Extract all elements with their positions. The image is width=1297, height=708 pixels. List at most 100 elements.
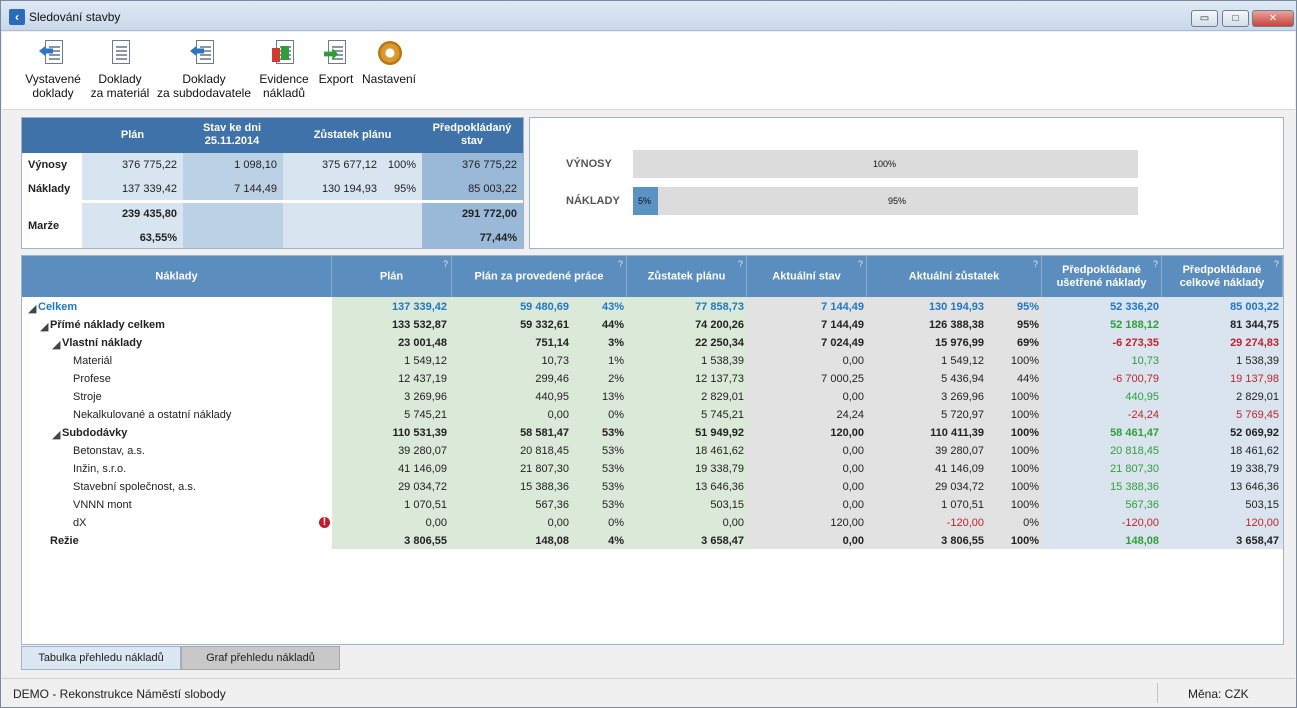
excel-export-icon: [322, 38, 350, 68]
column-header-naklady[interactable]: Náklady: [22, 256, 332, 297]
cell-pp: 0,00: [547, 517, 569, 529]
cell-cel: 18 461,62: [1230, 445, 1279, 457]
cell-pp_pct: 13%: [601, 391, 624, 403]
help-icon: ?: [737, 259, 743, 269]
cell-az: 1 549,12: [941, 355, 984, 367]
expand-toggle-icon[interactable]: ◢: [52, 428, 60, 441]
tool-label-line1: Doklady: [98, 72, 142, 86]
column-header-aktualni-zustatek[interactable]: Aktuální zůstatek?: [867, 256, 1042, 297]
table-row[interactable]: VNNN mont 1 070,51 567,36 53% 503,15 0,00 1 07…: [22, 496, 1283, 514]
back-arrow-icon[interactable]: ‹: [9, 9, 25, 25]
cell-az_pct: 0%: [1023, 517, 1039, 529]
column-header-aktualni-stav[interactable]: Aktuální stav?: [747, 256, 867, 297]
cell-cel: 19 137,98: [1230, 373, 1279, 385]
cell-us: 10,73: [1131, 355, 1159, 367]
cell-pp_pct: 53%: [601, 463, 624, 475]
row-name: Inžin, s.r.o.: [73, 463, 127, 475]
cost-records-button[interactable]: Evidence nákladů: [256, 38, 312, 100]
table-row[interactable]: ◢ Přímé náklady celkem 133 532,87 59 332,61…: [22, 316, 1283, 334]
cell-az: 3 806,55: [941, 535, 984, 547]
settings-button[interactable]: Nastavení: [360, 38, 418, 86]
cell-plan: 133 532,87: [391, 319, 447, 331]
tab-cost-table[interactable]: Tabulka přehledu nákladů: [21, 646, 181, 670]
cell-plan: 110 531,39: [392, 427, 447, 439]
table-row[interactable]: Režie 3 806,55 148,08 4% 3 658,47 0,00 3 806,5…: [22, 532, 1283, 550]
cell-cel: 13 646,36: [1230, 481, 1279, 493]
progress-naklady-label: NÁKLADY: [566, 195, 620, 207]
column-header-plan[interactable]: Plán?: [332, 256, 452, 297]
cell-az_pct: 100%: [1010, 355, 1039, 367]
cell-us: 52 188,12: [1110, 319, 1159, 331]
cell-az_pct: 100%: [1010, 445, 1039, 457]
cell-akt: 7 024,49: [821, 337, 864, 349]
cell-cel: 5 769,45: [1236, 409, 1279, 421]
table-row[interactable]: ◢ Vlastní náklady 23 001,48 751,14 3% 22 250,…: [22, 334, 1283, 352]
cell-akt: 120,00: [830, 517, 864, 529]
minimize-button[interactable]: ▭: [1191, 10, 1218, 27]
tool-label-line1: Doklady: [182, 72, 226, 86]
error-icon[interactable]: !: [319, 517, 330, 528]
export-button[interactable]: Export: [316, 38, 356, 86]
close-button[interactable]: ✕: [1252, 10, 1294, 27]
help-icon: ?: [1032, 259, 1038, 269]
table-row[interactable]: dX! 0,00 0,00 0% 0,00 120,00 -120,00 0% -120,00 1…: [22, 514, 1283, 532]
maximize-button[interactable]: □: [1222, 10, 1249, 27]
cell-az_pct: 95%: [1016, 301, 1039, 313]
cell-pp: 0,00: [547, 409, 569, 421]
column-header-zustatek[interactable]: Zůstatek plánu?: [627, 256, 747, 297]
cell-az_pct: 100%: [1010, 499, 1039, 511]
help-icon: ?: [1152, 259, 1158, 269]
issued-documents-button[interactable]: Vystavené doklady: [22, 38, 84, 100]
tab-cost-graph[interactable]: Graf přehledu nákladů: [181, 646, 340, 670]
cell-plan: 1 549,12: [404, 355, 447, 367]
cell-pp_pct: 0%: [608, 409, 624, 421]
cell-akt: 0,00: [842, 355, 864, 367]
app-window: ‹ Sledování stavby ▭ □ ✕ Vystavené dokla…: [0, 0, 1297, 708]
progress-naklady-fill-text: 5%: [638, 196, 652, 206]
cell-pp_pct: 53%: [601, 499, 624, 511]
cell-pp: 20 818,45: [520, 445, 569, 457]
material-documents-button[interactable]: Doklady za materiál: [88, 38, 152, 100]
table-row[interactable]: ◢ Subdodávky 110 531,39 58 581,47 53% 51 949,…: [22, 424, 1283, 442]
summary-header-predpokladany: Předpokládaný stav: [432, 122, 512, 147]
table-row[interactable]: Nekalkulované a ostatní náklady 5 745,21 0…: [22, 406, 1283, 424]
summary-marze-label: Marže: [28, 220, 60, 232]
cell-us: -6 273,35: [1112, 337, 1159, 349]
expand-toggle-icon[interactable]: ◢: [28, 302, 36, 315]
cell-us: 52 336,20: [1110, 301, 1159, 313]
table-row[interactable]: Profese 12 437,19 299,46 2% 12 137,73 7 000,2…: [22, 370, 1283, 388]
summary-naklady-pred: 85 003,22: [468, 183, 517, 195]
table-row[interactable]: ◢ Celkem 137 339,42 59 480,69 43% 77 858,73 7 …: [22, 298, 1283, 316]
column-header-usetrene[interactable]: Předpokládané ušetřené náklady?: [1042, 256, 1162, 297]
cell-az: 39 280,07: [935, 445, 984, 457]
cell-pp_pct: 53%: [601, 445, 624, 457]
table-row[interactable]: Inžin, s.r.o. 41 146,09 21 807,30 53% 19 338…: [22, 460, 1283, 478]
table-row[interactable]: Stroje 3 269,96 440,95 13% 2 829,01 0,00 3 269…: [22, 388, 1283, 406]
subcontractor-documents-button[interactable]: Doklady za subdodavatele: [156, 38, 252, 100]
cell-pp: 440,95: [535, 391, 569, 403]
cell-zust: 22 250,34: [695, 337, 744, 349]
column-header-celkove[interactable]: Předpokládané celkové náklady?: [1162, 256, 1283, 297]
cell-pp: 567,36: [535, 499, 569, 511]
expand-toggle-icon[interactable]: ◢: [40, 320, 48, 333]
cell-az_pct: 100%: [1010, 427, 1039, 439]
column-header-plan-provedene[interactable]: Plán za provedené práce?: [452, 256, 627, 297]
table-row[interactable]: Materiál 1 549,12 10,73 1% 1 538,39 0,00 1 549…: [22, 352, 1283, 370]
summary-marze-pred-pct: 77,44%: [479, 232, 517, 244]
cell-pp: 21 807,30: [520, 463, 569, 475]
table-row[interactable]: Betonstav, a.s. 39 280,07 20 818,45 53% 18 4…: [22, 442, 1283, 460]
cell-pp_pct: 43%: [601, 301, 624, 313]
cell-zust: 503,15: [710, 499, 744, 511]
cell-pp: 59 480,69: [520, 301, 569, 313]
cell-zust: 19 338,79: [695, 463, 744, 475]
table-row[interactable]: Stavební společnost, a.s. 29 034,72 15 388…: [22, 478, 1283, 496]
progress-vynosy-track: 100%: [633, 150, 1138, 178]
document-icon: [106, 38, 134, 68]
expand-toggle-icon[interactable]: ◢: [52, 338, 60, 351]
cell-az: -120,00: [946, 517, 984, 529]
cell-az: 1 070,51: [941, 499, 984, 511]
summary-header-zustatek: Zůstatek plánu: [313, 129, 392, 141]
cell-az_pct: 100%: [1010, 391, 1039, 403]
summary-vynosy-stav: 1 098,10: [234, 159, 277, 171]
help-icon: ?: [617, 259, 623, 269]
